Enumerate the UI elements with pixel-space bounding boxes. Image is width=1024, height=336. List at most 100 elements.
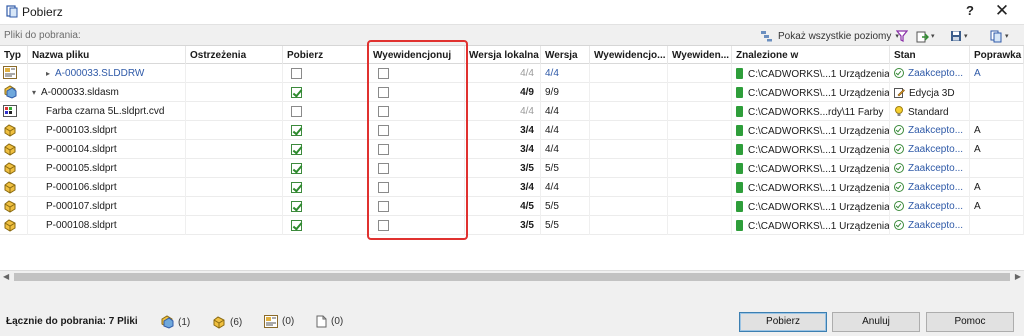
file-name-cell[interactable]: ▾ A-000033.sldasm <box>28 83 186 102</box>
version-cell: 9/9 <box>541 83 590 102</box>
column-header[interactable]: Wyewiden... <box>668 46 732 64</box>
help-dialog-button[interactable]: Pomoc <box>926 312 1014 332</box>
checkout-checkbox[interactable] <box>378 182 389 193</box>
show-all-levels-button[interactable]: Pokaż wszystkie poziomy ▾ <box>760 28 899 44</box>
cancel-button[interactable]: Anuluj <box>832 312 920 332</box>
column-header[interactable]: Nazwa pliku <box>28 46 186 64</box>
state-label: Zaakcepto... <box>908 125 964 136</box>
get-checkbox[interactable] <box>291 144 302 155</box>
tree-expand-icon[interactable]: ▸ <box>46 69 50 78</box>
state-label: Zaakcepto... <box>908 201 964 212</box>
version-cell: 4/4 <box>541 102 590 121</box>
file-name-cell[interactable]: ▸ A-000033.SLDDRW <box>28 64 186 83</box>
table-row[interactable]: Farba czarna 5L.sldprt.cvd 4/4 4/4 C:\CADWO… <box>0 102 1024 121</box>
file-name-cell[interactable]: Farba czarna 5L.sldprt.cvd <box>28 102 186 121</box>
horizontal-scrollbar[interactable]: ◀ ▶ <box>0 270 1024 282</box>
table-row[interactable]: P-000103.sldprt 3/4 4/4 C:\CADWORKS\...1 Ur… <box>0 121 1024 140</box>
drawing-icon <box>3 66 17 82</box>
vault-folder-icon <box>736 125 743 136</box>
vault-folder-icon <box>736 68 743 79</box>
save-button[interactable]: ▾ <box>950 28 968 44</box>
file-name-cell[interactable]: P-000105.sldprt <box>28 159 186 178</box>
checkout-checkbox[interactable] <box>378 144 389 155</box>
footer: Łącznie do pobrania: 7 Pliki (1) (6) (0)… <box>0 282 1024 336</box>
chevron-down-icon: ▾ <box>964 33 968 40</box>
column-header[interactable]: Wyewidencjonuj <box>369 46 465 64</box>
scroll-left-icon[interactable]: ◀ <box>3 272 9 281</box>
tree-collapse-icon[interactable]: ▾ <box>32 88 36 97</box>
scrollbar-thumb[interactable] <box>14 273 1010 281</box>
help-button[interactable]: ? <box>962 3 978 18</box>
found-in-cell: C:\CADWORKS\...1 Urządzenia <box>732 216 890 235</box>
get-cell <box>283 140 369 159</box>
checkout-checkbox[interactable] <box>378 106 389 117</box>
file-name-cell[interactable]: P-000106.sldprt <box>28 178 186 197</box>
export-icon <box>916 31 929 42</box>
table-row[interactable]: P-000104.sldprt 3/4 4/4 C:\CADWORKS\...1 Ur… <box>0 140 1024 159</box>
column-header[interactable]: Poprawka <box>970 46 1024 64</box>
close-button[interactable]: ✕ <box>992 1 1012 21</box>
file-name-cell[interactable]: P-000104.sldprt <box>28 140 186 159</box>
get-checkbox[interactable] <box>291 220 302 231</box>
state-cell: Zaakcepto... <box>890 216 970 235</box>
table-row[interactable]: ▾ A-000033.sldasm 4/9 9/9 C:\CADWORKS\...1 U… <box>0 83 1024 102</box>
column-header[interactable]: Wyewidencjo... <box>590 46 668 64</box>
column-header[interactable]: Pobierz <box>283 46 369 64</box>
title-bar: Pobierz ? ✕ <box>0 0 1024 24</box>
local-version-cell: 4/9 <box>465 83 541 102</box>
get-checkbox[interactable] <box>291 106 302 117</box>
get-cell <box>283 64 369 83</box>
column-header[interactable]: Typ <box>0 46 28 64</box>
checked-out-in-cell <box>668 159 732 178</box>
checkout-checkbox[interactable] <box>378 68 389 79</box>
revision-cell: A <box>970 178 1024 197</box>
part-icon <box>3 200 17 216</box>
checkout-checkbox[interactable] <box>378 87 389 98</box>
approved-icon <box>894 144 904 154</box>
get-checkbox[interactable] <box>291 182 302 193</box>
found-in-cell: C:\CADWORKS\...1 Urządzenia <box>732 197 890 216</box>
column-header[interactable]: Wersja <box>541 46 590 64</box>
get-button[interactable]: Pobierz <box>739 312 827 332</box>
get-checkbox[interactable] <box>291 163 302 174</box>
vault-folder-icon <box>736 106 743 117</box>
column-header[interactable]: Znalezione w <box>732 46 890 64</box>
file-name-cell[interactable]: P-000108.sldprt <box>28 216 186 235</box>
copy-button[interactable]: ▾ <box>990 28 1009 44</box>
document-icon <box>316 315 327 328</box>
column-header[interactable]: Stan <box>890 46 970 64</box>
table-row[interactable]: P-000105.sldprt 3/5 5/5 C:\CADWORKS\...1 Ur… <box>0 159 1024 178</box>
drawing-icon <box>264 315 278 328</box>
file-name-cell[interactable]: P-000103.sldprt <box>28 121 186 140</box>
get-checkbox[interactable] <box>291 68 302 79</box>
column-header[interactable]: Wersja lokalna <box>465 46 541 64</box>
export-button[interactable]: ▾ <box>916 28 935 44</box>
checked-out-in-cell <box>668 83 732 102</box>
checkout-cell <box>369 121 465 140</box>
table-row[interactable]: P-000106.sldprt 3/4 4/4 C:\CADWORKS\...1 Ur… <box>0 178 1024 197</box>
scroll-right-icon[interactable]: ▶ <box>1015 272 1021 281</box>
checkout-cell <box>369 159 465 178</box>
checkout-checkbox[interactable] <box>378 163 389 174</box>
file-name-cell[interactable]: P-000107.sldprt <box>28 197 186 216</box>
version-cell: 4/4 <box>541 64 590 83</box>
get-checkbox[interactable] <box>291 201 302 212</box>
table-row[interactable]: ▸ A-000033.SLDDRW 4/4 4/4 C:\CADWORKS\...1 U… <box>0 64 1024 83</box>
revision-cell <box>970 159 1024 178</box>
approved-icon <box>894 163 904 173</box>
checkout-checkbox[interactable] <box>378 220 389 231</box>
checked-out-by-cell <box>590 83 668 102</box>
filter-button[interactable] <box>896 28 908 44</box>
get-checkbox[interactable] <box>291 125 302 136</box>
checkout-cell <box>369 102 465 121</box>
stat-assemblies-count: (1) <box>178 316 191 328</box>
checked-out-by-cell <box>590 64 668 83</box>
get-checkbox[interactable] <box>291 87 302 98</box>
table-row[interactable]: P-000108.sldprt 3/5 5/5 C:\CADWORKS\...1 Ur… <box>0 216 1024 235</box>
column-header[interactable]: Ostrzeżenia <box>186 46 283 64</box>
checkout-checkbox[interactable] <box>378 201 389 212</box>
checkout-checkbox[interactable] <box>378 125 389 136</box>
warnings-cell <box>186 159 283 178</box>
version-cell: 4/4 <box>541 140 590 159</box>
table-row[interactable]: P-000107.sldprt 4/5 5/5 C:\CADWORKS\...1 Ur… <box>0 197 1024 216</box>
